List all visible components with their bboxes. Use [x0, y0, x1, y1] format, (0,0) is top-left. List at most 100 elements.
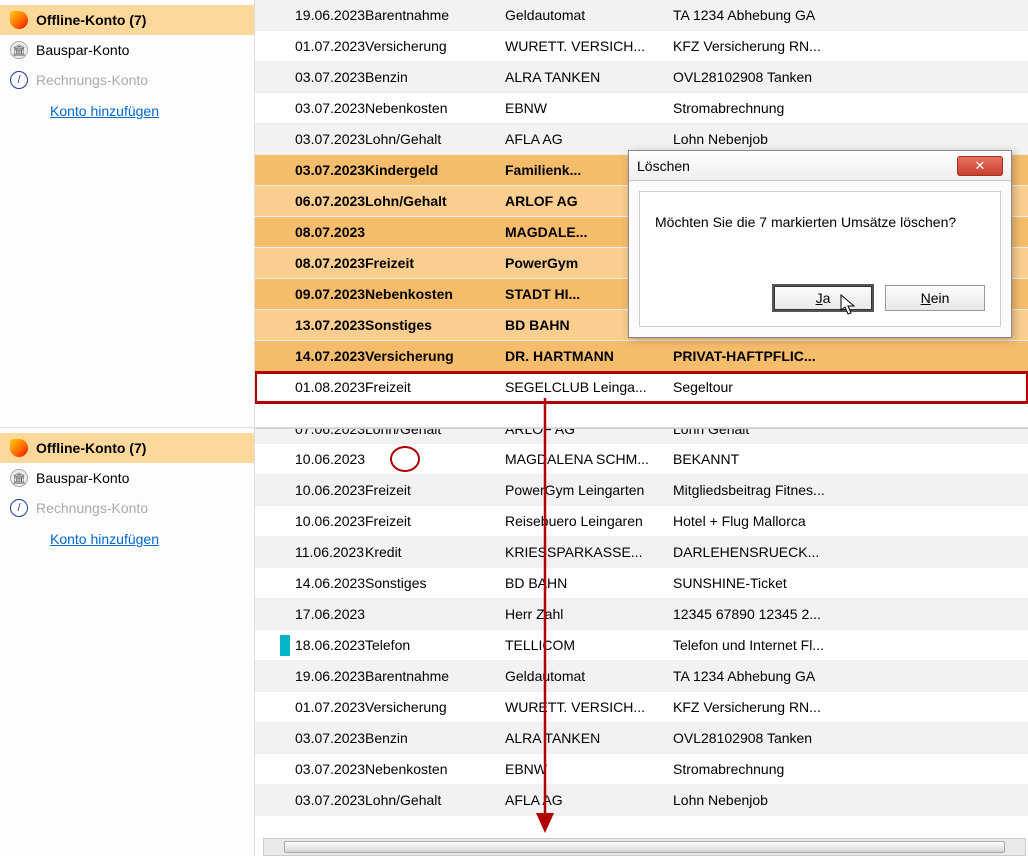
cell-date: 10.06.2023 — [255, 482, 365, 498]
sidebar-item-label: Bauspar-Konto — [36, 42, 129, 58]
table-row[interactable]: 10.06.2023FreizeitReisebuero LeingarenHo… — [255, 506, 1028, 537]
yes-button[interactable]: Ja — [773, 285, 873, 311]
sidebar-item-label: Bauspar-Konto — [36, 470, 129, 486]
cell-payee: SEGELCLUB Leinga... — [505, 379, 673, 395]
cell-date: 03.07.2023 — [255, 730, 365, 746]
sidebar-item-bauspar[interactable]: 🏛 Bauspar-Konto — [0, 463, 254, 493]
cell-payee: TELLICOM — [505, 637, 673, 653]
cell-date: 19.06.2023 — [255, 7, 365, 23]
cell-cat: Telefon — [365, 637, 505, 653]
cell-payee: PowerGym Leingarten — [505, 482, 673, 498]
cell-payee: WURETT. VERSICH... — [505, 699, 673, 715]
cell-payee: DR. HARTMANN — [505, 348, 673, 364]
cell-payee: EBNW — [505, 100, 673, 116]
table-row[interactable]: 03.07.2023Lohn/GehaltAFLA AGLohn Nebenjo… — [255, 785, 1028, 816]
add-account-link[interactable]: Konto hinzufügen — [0, 95, 159, 119]
cell-desc: Hotel + Flug Mallorca — [673, 513, 1028, 529]
sidebar-item-label: Rechnungs-Konto — [36, 500, 148, 516]
cell-payee: Reisebuero Leingaren — [505, 513, 673, 529]
table-row[interactable]: 03.07.2023NebenkostenEBNWStromabrechnung — [255, 93, 1028, 124]
table-row[interactable]: 03.07.2023BenzinALRA TANKENOVL28102908 T… — [255, 723, 1028, 754]
sidebar-item-offline[interactable]: Offline-Konto (7) — [0, 433, 254, 463]
cell-date: 19.06.2023 — [255, 668, 365, 684]
dialog-titlebar[interactable]: Löschen ✕ — [629, 151, 1011, 181]
cell-desc: TA 1234 Abhebung GA — [673, 7, 1028, 23]
cell-cat: Lohn/Gehalt — [365, 131, 505, 147]
cell-desc: Stromabrechnung — [673, 761, 1028, 777]
cell-date: 03.07.2023 — [255, 792, 365, 808]
table-row[interactable]: 11.06.2023KreditKRIESSPARKASSE...DARLEHE… — [255, 537, 1028, 568]
cell-desc: Lohn Gehalt — [673, 428, 1028, 437]
table-row[interactable]: 18.06.2023TelefonTELLICOMTelefon und Int… — [255, 630, 1028, 661]
cell-date: 10.06.2023 — [255, 513, 365, 529]
table-row[interactable]: 14.07.2023VersicherungDR. HARTMANNPRIVAT… — [255, 341, 1028, 372]
cell-payee: AFLA AG — [505, 792, 673, 808]
cell-payee: ALRA TANKEN — [505, 69, 673, 85]
cell-payee: BD BAHN — [505, 575, 673, 591]
dialog-body: Möchten Sie die 7 markierten Umsätze lös… — [639, 191, 1001, 327]
cell-desc: Stromabrechnung — [673, 100, 1028, 116]
cell-desc: BEKANNT — [673, 451, 1028, 467]
cell-payee: Geldautomat — [505, 7, 673, 23]
table-row[interactable]: 17.06.2023Herr Zahl12345 67890 12345 2..… — [255, 599, 1028, 630]
cell-desc: Lohn Nebenjob — [673, 792, 1028, 808]
cell-payee: AFLA AG — [505, 131, 673, 147]
cell-date: 08.07.2023 — [255, 224, 365, 240]
cell-cat: Lohn/Gehalt — [365, 428, 505, 437]
cell-date: 18.06.2023 — [255, 637, 365, 653]
add-account-link[interactable]: Konto hinzufügen — [0, 523, 159, 547]
no-button[interactable]: Nein — [885, 285, 985, 311]
cell-payee: EBNW — [505, 761, 673, 777]
cell-cat: Versicherung — [365, 699, 505, 715]
sidebar-item-label: Offline-Konto (7) — [36, 440, 146, 456]
scrollbar-thumb[interactable] — [284, 841, 1005, 853]
horizontal-scrollbar[interactable] — [263, 838, 1026, 856]
cell-desc: TA 1234 Abhebung GA — [673, 668, 1028, 684]
bank-icon: 🏛 — [10, 41, 28, 59]
cell-date: 01.07.2023 — [255, 38, 365, 54]
table-row[interactable]: 03.07.2023BenzinALRA TANKENOVL28102908 T… — [255, 62, 1028, 93]
cell-payee: MAGDALENA SCHM... — [505, 451, 673, 467]
cell-cat: Versicherung — [365, 38, 505, 54]
cell-cat: Freizeit — [365, 513, 505, 529]
offline-icon — [10, 439, 28, 457]
cell-cat: Versicherung — [365, 348, 505, 364]
sidebar-bottom: Offline-Konto (7) 🏛 Bauspar-Konto / Rech… — [0, 428, 255, 856]
sidebar-top: Offline-Konto (7) 🏛 Bauspar-Konto / Rech… — [0, 0, 255, 427]
sidebar-item-label: Rechnungs-Konto — [36, 72, 148, 88]
table-row[interactable]: 03.07.2023NebenkostenEBNWStromabrechnung — [255, 754, 1028, 785]
close-icon[interactable]: ✕ — [957, 156, 1003, 176]
cell-cat: Lohn/Gehalt — [365, 193, 505, 209]
table-row[interactable]: 19.06.2023BarentnahmeGeldautomatTA 1234 … — [255, 661, 1028, 692]
cell-desc: Lohn Nebenjob — [673, 131, 1028, 147]
table-row[interactable]: 01.08.2023FreizeitSEGELCLUB Leinga...Seg… — [255, 372, 1028, 403]
table-row[interactable]: 01.07.2023VersicherungWURETT. VERSICH...… — [255, 31, 1028, 62]
table-row[interactable]: 19.06.2023BarentnahmeGeldautomatTA 1234 … — [255, 0, 1028, 31]
cell-desc: Segeltour — [673, 379, 1028, 395]
sidebar-item-label: Offline-Konto (7) — [36, 12, 146, 28]
cell-date: 01.08.2023 — [255, 379, 365, 395]
cell-payee: Herr Zahl — [505, 606, 673, 622]
sidebar-item-rechnungs[interactable]: / Rechnungs-Konto — [0, 493, 254, 523]
sidebar-item-offline[interactable]: Offline-Konto (7) — [0, 5, 254, 35]
sidebar-item-bauspar[interactable]: 🏛 Bauspar-Konto — [0, 35, 254, 65]
dialog-title: Löschen — [637, 158, 690, 174]
transactions-bottom: 07.06.2023Lohn/GehaltARLOF AGLohn Gehalt… — [255, 428, 1028, 856]
delete-dialog: Löschen ✕ Möchten Sie die 7 markierten U… — [628, 150, 1012, 338]
table-row[interactable]: 14.06.2023SonstigesBD BAHNSUNSHINE-Ticke… — [255, 568, 1028, 599]
table-row[interactable]: 01.07.2023VersicherungWURETT. VERSICH...… — [255, 692, 1028, 723]
slash-icon: / — [10, 499, 28, 517]
cell-desc: OVL28102908 Tanken — [673, 69, 1028, 85]
table-row[interactable]: 07.06.2023Lohn/GehaltARLOF AGLohn Gehalt — [255, 428, 1028, 444]
cell-payee: ALRA TANKEN — [505, 730, 673, 746]
cell-cat: Kindergeld — [365, 162, 505, 178]
sidebar-item-rechnungs[interactable]: / Rechnungs-Konto — [0, 65, 254, 95]
table-row[interactable]: 10.06.2023MAGDALENA SCHM...BEKANNT — [255, 444, 1028, 475]
cell-cat: Freizeit — [365, 255, 505, 271]
cell-cat: Nebenkosten — [365, 761, 505, 777]
cell-date: 03.07.2023 — [255, 131, 365, 147]
table-row[interactable]: 10.06.2023FreizeitPowerGym LeingartenMit… — [255, 475, 1028, 506]
cell-date: 14.06.2023 — [255, 575, 365, 591]
cell-cat: Freizeit — [365, 482, 505, 498]
dialog-message: Möchten Sie die 7 markierten Umsätze lös… — [655, 214, 985, 230]
